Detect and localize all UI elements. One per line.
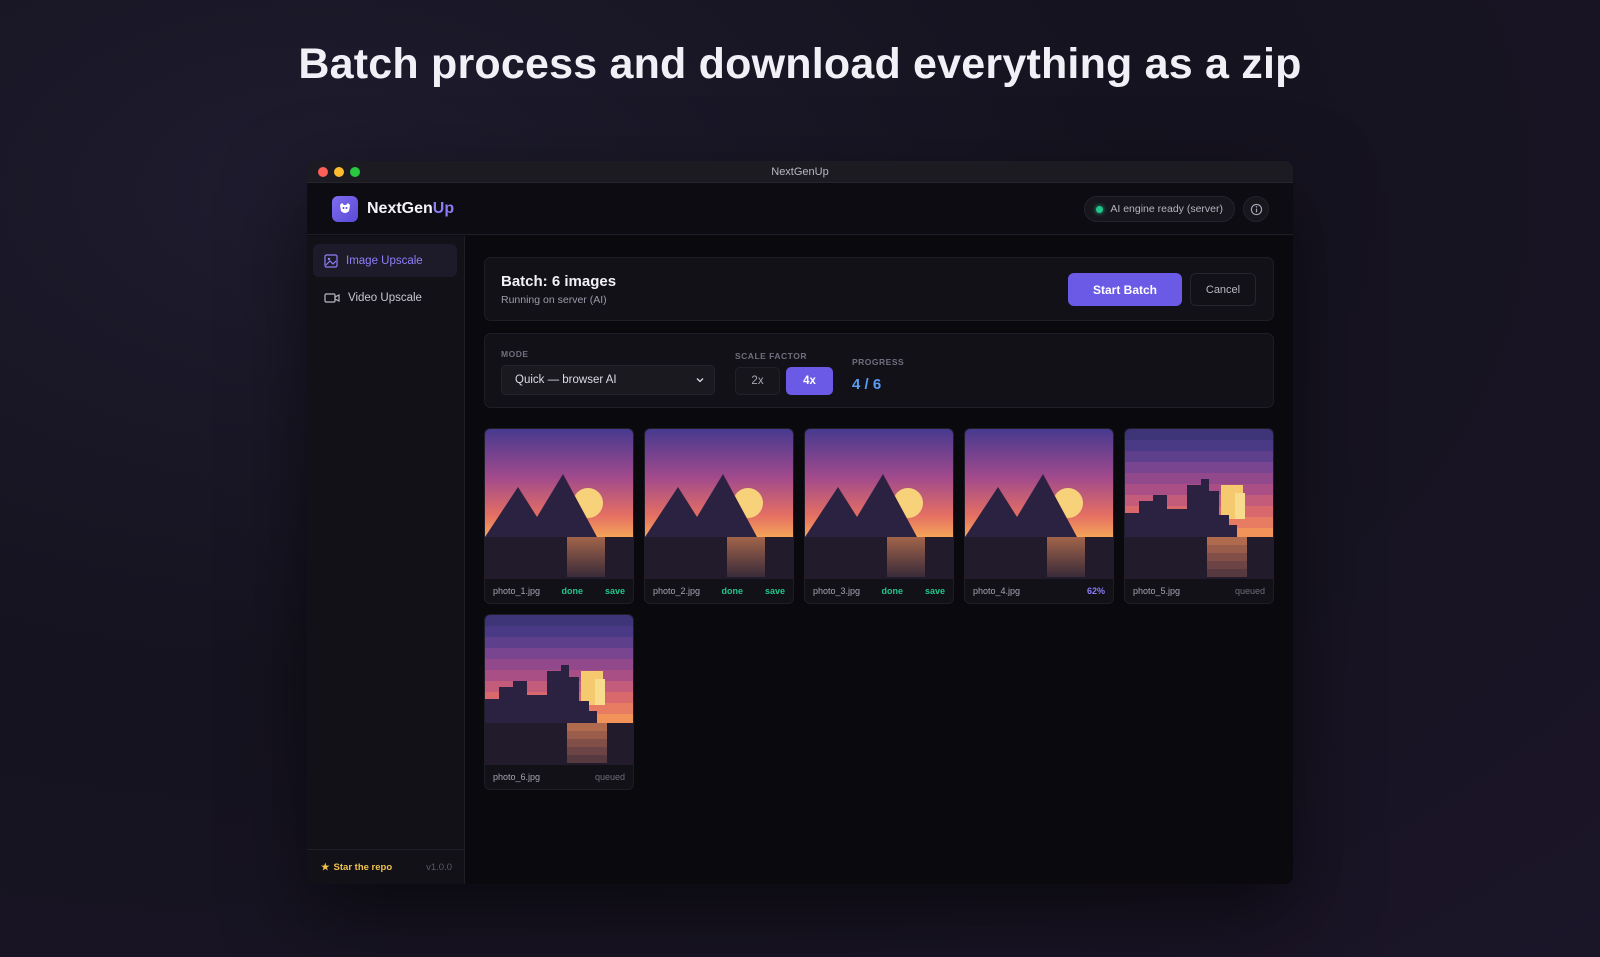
save-image-button[interactable]: save	[605, 586, 625, 596]
image-icon	[324, 253, 338, 268]
image-thumbnail	[485, 429, 633, 579]
page-headline: Batch process and download everything as…	[298, 40, 1302, 88]
brand-logo[interactable]: NextGenUp	[332, 196, 454, 222]
sidebar-item-video-upscale[interactable]: Video Upscale	[313, 281, 457, 314]
image-card[interactable]: photo_4.jpg 62%	[964, 428, 1114, 604]
sidebar-item-image-upscale[interactable]: Image Upscale	[313, 244, 457, 277]
image-filename: photo_3.jpg	[813, 585, 861, 596]
image-filename: photo_5.jpg	[1133, 585, 1181, 596]
main-panel: Batch: 6 images Running on server (AI) S…	[465, 236, 1293, 884]
engine-status-badge: AI engine ready (server)	[1084, 196, 1235, 222]
star-icon: ★	[321, 861, 330, 873]
settings-card: MODE Quick — browser AI SCALE FACTOR 2x …	[484, 333, 1274, 408]
scale-factor-label: SCALE FACTOR	[735, 351, 807, 361]
close-window-button[interactable]	[318, 167, 328, 177]
batch-title: Batch: 6 images	[501, 273, 617, 290]
sidebar-footer: ★ Star the repo v1.0.0	[307, 849, 464, 884]
image-status: done	[721, 585, 743, 596]
image-status: done	[561, 585, 583, 596]
image-status: queued	[594, 771, 625, 782]
image-card[interactable]: photo_2.jpg done save	[644, 428, 794, 604]
sidebar: Image Upscale Video Upscale ★ Star the r…	[307, 236, 465, 884]
image-thumbnail	[805, 429, 953, 579]
progress-label: PROGRESS	[852, 357, 905, 367]
image-card-footer: photo_3.jpg done save	[805, 578, 953, 603]
image-status: 62%	[1086, 585, 1105, 596]
engine-status-text: AI engine ready (server)	[1110, 203, 1223, 215]
app-window: NextGenUp NextGenUp AI engine ready (ser…	[307, 161, 1293, 884]
scale-4x-button[interactable]: 4x	[786, 367, 833, 395]
image-card[interactable]: photo_6.jpg queued	[484, 614, 634, 790]
app-header: NextGenUp AI engine ready (server)	[307, 183, 1293, 235]
image-card[interactable]: photo_5.jpg queued	[1124, 428, 1274, 604]
save-image-button[interactable]: save	[925, 586, 945, 596]
chevron-down-icon	[696, 378, 704, 383]
mode-select-value: Quick — browser AI	[515, 374, 617, 386]
batch-card: Batch: 6 images Running on server (AI) S…	[484, 257, 1274, 321]
mode-label: MODE	[501, 349, 529, 359]
image-card-footer: photo_1.jpg done save	[485, 578, 633, 603]
image-filename: photo_2.jpg	[653, 585, 701, 596]
info-button[interactable]	[1243, 196, 1269, 222]
brand-name: NextGenUp	[367, 200, 455, 217]
sidebar-item-label: Image Upscale	[346, 254, 423, 267]
sidebar-item-label: Video Upscale	[348, 291, 422, 304]
save-image-button[interactable]: save	[765, 586, 785, 596]
image-thumbnail	[965, 429, 1113, 579]
image-filename: photo_1.jpg	[493, 585, 541, 596]
minimize-window-button[interactable]	[334, 167, 344, 177]
image-card-footer: photo_5.jpg queued	[1125, 578, 1273, 603]
brand-logo-icon	[332, 196, 358, 222]
image-status: queued	[1234, 585, 1265, 596]
progress-value: 4 / 6	[852, 376, 882, 393]
image-card-footer: photo_4.jpg 62%	[965, 578, 1113, 603]
window-title: NextGenUp	[771, 166, 829, 178]
image-thumbnail	[1125, 429, 1273, 579]
version-label: v1.0.0	[426, 861, 452, 873]
image-thumbnail	[645, 429, 793, 579]
image-filename: photo_6.jpg	[493, 771, 541, 782]
video-icon	[324, 292, 340, 303]
image-card-footer: photo_6.jpg queued	[485, 764, 633, 789]
start-batch-button[interactable]: Start Batch	[1068, 273, 1182, 306]
status-dot-icon	[1096, 205, 1104, 213]
image-status: done	[881, 585, 903, 596]
star-repo-link[interactable]: ★ Star the repo	[321, 862, 392, 873]
batch-subtitle: Running on server (AI)	[501, 294, 607, 306]
maximize-window-button[interactable]	[350, 167, 360, 177]
image-card-footer: photo_2.jpg done save	[645, 578, 793, 603]
image-card[interactable]: photo_1.jpg done save	[484, 428, 634, 604]
info-icon	[1250, 203, 1262, 215]
image-card[interactable]: photo_3.jpg done save	[804, 428, 954, 604]
scale-2x-button[interactable]: 2x	[735, 367, 780, 395]
image-filename: photo_4.jpg	[973, 585, 1021, 596]
window-titlebar: NextGenUp	[307, 161, 1293, 183]
mode-select[interactable]: Quick — browser AI	[501, 365, 715, 395]
image-thumbnail	[485, 615, 633, 765]
cancel-button[interactable]: Cancel	[1190, 273, 1256, 306]
